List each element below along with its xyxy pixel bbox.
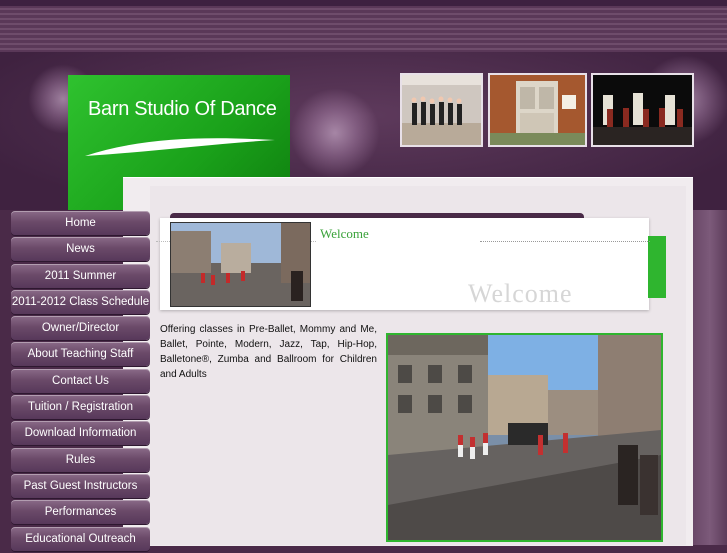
nav-item-class-schedule[interactable]: 2011-2012 Class Schedule — [11, 289, 150, 314]
nav-item-2011-summer[interactable]: 2011 Summer — [11, 263, 150, 288]
top-stripe-band — [0, 0, 727, 52]
header-photo-dancers — [400, 73, 483, 147]
intro-text: Offering classes in Pre-Ballet, Mommy an… — [160, 324, 377, 380]
site-title[interactable]: Barn Studio Of Dance — [88, 98, 277, 121]
nav-item-performances[interactable]: Performances — [11, 500, 150, 525]
nav-item-past-guest-instructors[interactable]: Past Guest Instructors — [11, 473, 150, 498]
right-edge-panel — [693, 210, 727, 545]
nav-item-teaching-staff[interactable]: About Teaching Staff — [11, 342, 150, 367]
welcome-photo-parade — [170, 222, 311, 307]
divider — [480, 241, 650, 242]
welcome-heading: Welcome — [320, 226, 369, 241]
nav-item-news[interactable]: News — [11, 237, 150, 262]
nav-item-educational-outreach[interactable]: Educational Outreach — [11, 526, 150, 551]
main-photo-parade — [386, 333, 663, 542]
welcome-green-accent — [648, 236, 666, 298]
nav-item-download-information[interactable]: Download Information — [11, 421, 150, 446]
nav-item-contact-us[interactable]: Contact Us — [11, 368, 150, 393]
swoosh-icon — [85, 138, 275, 156]
header-photo-stage — [591, 73, 694, 147]
header-photo-barn — [488, 73, 587, 147]
nav-item-home[interactable]: Home — [11, 211, 150, 235]
flower-decoration — [290, 88, 380, 178]
nav-item-tuition-registration[interactable]: Tuition / Registration — [11, 395, 150, 420]
nav-item-rules[interactable]: Rules — [11, 447, 150, 472]
nav-item-owner-director[interactable]: Owner/Director — [11, 316, 150, 341]
sidebar-nav: Home News 2011 Summer 2011-2012 Class Sc… — [11, 211, 150, 553]
welcome-watermark: Welcome — [468, 279, 573, 308]
